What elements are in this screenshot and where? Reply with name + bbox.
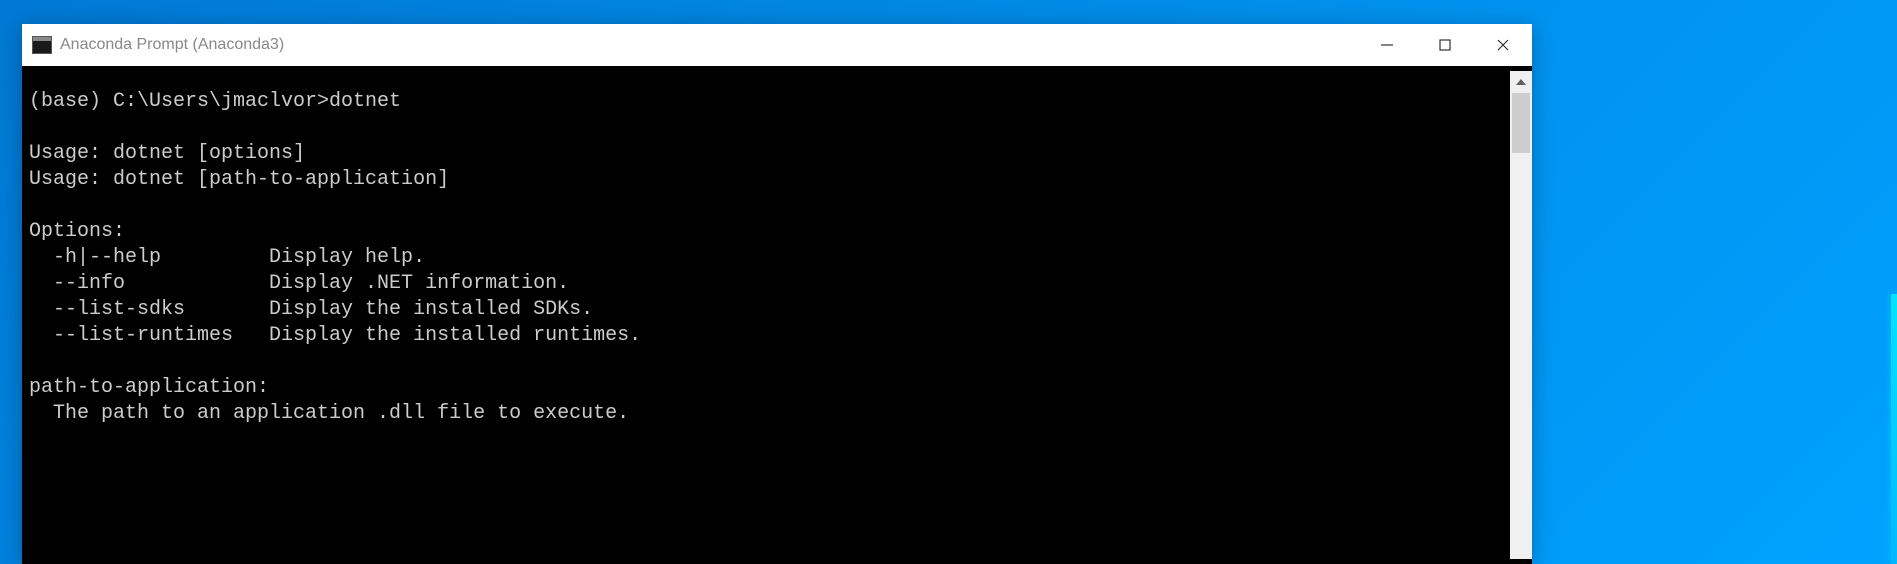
scrollbar-thumb[interactable]	[1512, 93, 1530, 153]
minimize-icon	[1380, 38, 1394, 52]
maximize-icon	[1438, 38, 1452, 52]
terminal-content[interactable]: (base) C:\Users\jmaclvor>dotnet Usage: d…	[27, 71, 1510, 559]
usage-line: Usage: dotnet [path-to-application]	[29, 168, 449, 191]
terminal-area: (base) C:\Users\jmaclvor>dotnet Usage: d…	[22, 66, 1532, 564]
minimize-button[interactable]	[1358, 24, 1416, 66]
option-line: --list-sdks Display the installed SDKs.	[29, 298, 593, 321]
path-header: path-to-application:	[29, 376, 269, 399]
maximize-button[interactable]	[1416, 24, 1474, 66]
terminal-window: Anaconda Prompt (Anaconda3) (base) C:\Us…	[22, 24, 1532, 564]
desktop-edge-glow	[1891, 294, 1897, 564]
scroll-up-arrow-icon[interactable]	[1510, 71, 1532, 93]
window-controls	[1358, 24, 1532, 66]
vertical-scrollbar[interactable]	[1510, 71, 1532, 559]
window-title: Anaconda Prompt (Anaconda3)	[60, 36, 1358, 54]
option-line: -h|--help Display help.	[29, 246, 425, 269]
close-icon	[1496, 38, 1510, 52]
usage-line: Usage: dotnet [options]	[29, 142, 305, 165]
close-button[interactable]	[1474, 24, 1532, 66]
terminal-app-icon	[32, 36, 52, 54]
titlebar[interactable]: Anaconda Prompt (Anaconda3)	[22, 24, 1532, 66]
path-desc: The path to an application .dll file to …	[29, 402, 629, 425]
options-header: Options:	[29, 220, 125, 243]
option-line: --info Display .NET information.	[29, 272, 569, 295]
option-line: --list-runtimes Display the installed ru…	[29, 324, 641, 347]
prompt-line: (base) C:\Users\jmaclvor>dotnet	[29, 90, 401, 113]
